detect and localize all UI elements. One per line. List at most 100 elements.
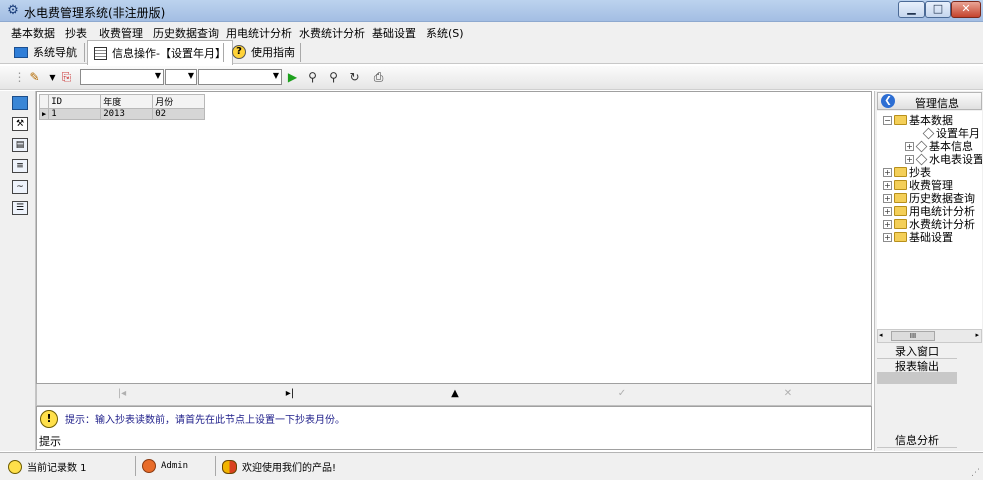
menu-system[interactable]: 系统(S) <box>426 25 464 41</box>
tree-horizontal-scrollbar[interactable]: ◂ III ▸ <box>877 329 982 343</box>
resize-grip-icon[interactable]: ⋰ <box>971 468 980 478</box>
move-up-button[interactable]: ▲ <box>448 388 462 400</box>
run-icon[interactable]: ▶ <box>284 69 301 86</box>
grid-header-row: ID 年度 月份 <box>38 94 206 109</box>
app-icon: ⚙ <box>7 3 19 18</box>
expand-icon[interactable]: + <box>883 180 892 190</box>
hint-text: 提示：输入抄表读数前，请首先在此节点上设置一下抄表月份。 <box>65 415 345 426</box>
tree-node-base-settings[interactable]: + 基础设置 <box>883 229 953 245</box>
column-header-id[interactable]: ID <box>48 94 102 109</box>
menu-basic-data[interactable]: 基本数据 <box>11 25 55 41</box>
close-button[interactable]: ✕ <box>951 1 981 18</box>
record-navigator: |◂ ▸| ▲ ✓ ✕ <box>36 384 872 406</box>
entry-window-button[interactable]: 录入窗口 <box>877 344 957 359</box>
expand-icon[interactable]: + <box>905 154 914 164</box>
tab-info-operation[interactable]: 信息操作-【设置年月】 <box>87 40 233 65</box>
refresh-icon[interactable]: ↻ <box>346 69 363 86</box>
cell-id[interactable]: 1 <box>48 108 102 120</box>
menu-electricity-stats[interactable]: 用电统计分析 <box>226 25 292 41</box>
column-header-month[interactable]: 月份 <box>152 94 206 109</box>
minimize-button[interactable]: ▁ <box>898 1 925 18</box>
form-icon[interactable]: ▤ <box>12 138 28 152</box>
navigation-tree: − 基本数据 设置年月 + 基本信息 + 水电表设置 + 抄表 + 收费管理 +… <box>877 111 982 329</box>
search-user-icon[interactable]: ⚲ <box>325 69 342 86</box>
maximize-button[interactable]: □ <box>925 1 951 18</box>
filter-field-select[interactable]: ▼ <box>80 69 164 85</box>
tree-node-label: 水电表设置 <box>929 153 982 166</box>
first-record-button[interactable]: |◂ <box>115 388 129 400</box>
status-separator <box>135 456 136 476</box>
status-bar: 当前记录数 1 Admin 欢迎使用我们的产品! ⋰ <box>0 452 983 480</box>
tab-separator <box>300 43 301 62</box>
folder-icon <box>894 115 907 125</box>
table-row[interactable]: ▶ 1 2013 02 <box>38 108 206 120</box>
tab-separator <box>223 43 224 62</box>
tab-label: 系统导航 <box>33 46 77 59</box>
selected-panel-indicator <box>877 372 957 384</box>
expand-icon[interactable]: + <box>883 167 892 177</box>
chevron-down-icon: ▼ <box>187 71 194 80</box>
chevron-down-icon: ▼ <box>272 71 279 80</box>
folder-icon <box>894 193 907 203</box>
tab-system-navigation[interactable]: 系统导航 <box>8 40 83 64</box>
management-info-panel: ❮ 管理信息 − 基本数据 设置年月 + 基本信息 + 水电表设置 + 抄表 + <box>874 91 983 451</box>
menu-water-stats[interactable]: 水费统计分析 <box>299 25 365 41</box>
scroll-right-icon[interactable]: ▸ <box>975 331 979 339</box>
hint-panel: ! 提示 提示：输入抄表读数前，请首先在此节点上设置一下抄表月份。 <box>36 406 872 450</box>
chart-icon[interactable]: ~ <box>12 180 28 194</box>
record-count-text: 当前记录数 1 <box>27 463 87 474</box>
expand-icon[interactable]: + <box>883 193 892 203</box>
pencil-icon[interactable]: ✎ <box>26 69 43 86</box>
cell-year[interactable]: 2013 <box>100 108 154 120</box>
find-user-icon[interactable]: ⚲ <box>304 69 321 86</box>
tab-user-guide[interactable]: ? 使用指南 <box>226 40 301 64</box>
preview-icon[interactable]: ⎘ <box>58 69 75 86</box>
tab-label: 信息操作-【设置年月】 <box>112 47 226 60</box>
back-arrow-icon[interactable]: ❮ <box>881 94 895 108</box>
user-status: Admin <box>142 459 188 473</box>
tree-icon[interactable]: ⚒ <box>12 117 28 131</box>
menu-history-query[interactable]: 历史数据查询 <box>153 25 219 41</box>
toolbar: ⋮ ✎ ▼ ⎘ ▼ ▼ ▼ ▶ ⚲ ⚲ ↻ ⎙ <box>0 66 983 90</box>
operator-select[interactable]: ▼ <box>165 69 197 85</box>
info-analysis-button[interactable]: 信息分析 <box>877 433 957 448</box>
confirm-button[interactable]: ✓ <box>615 388 629 400</box>
hint-label: 提示 <box>39 435 61 448</box>
row-indicator-header <box>38 94 50 109</box>
folder-icon <box>894 167 907 177</box>
record-count-status: 当前记录数 1 <box>8 459 87 474</box>
cell-month[interactable]: 02 <box>152 108 206 120</box>
filter-value-select[interactable]: ▼ <box>198 69 282 85</box>
form-icon <box>94 46 107 60</box>
scroll-thumb[interactable]: III <box>891 331 935 341</box>
expand-icon[interactable]: + <box>883 219 892 229</box>
welcome-text: 欢迎使用我们的产品! <box>242 463 337 474</box>
print-icon[interactable]: ⎙ <box>370 69 387 86</box>
document-icon[interactable]: ≡ <box>12 159 28 173</box>
data-grid: ID 年度 月份 ▶ 1 2013 02 <box>38 94 206 120</box>
menu-meter-reading[interactable]: 抄表 <box>65 25 87 41</box>
title-bar: ⚙ 水电费管理系统(非注册版) ▁ □ ✕ <box>0 0 983 22</box>
scroll-left-icon[interactable]: ◂ <box>879 331 883 339</box>
collapse-icon[interactable]: − <box>883 115 892 125</box>
lightbulb-icon: ! <box>40 410 58 428</box>
chevron-down-icon: ▼ <box>154 71 161 80</box>
menu-base-settings[interactable]: 基础设置 <box>372 25 416 41</box>
help-icon: ? <box>232 45 246 59</box>
cancel-button[interactable]: ✕ <box>781 388 795 400</box>
menu-fee-management[interactable]: 收费管理 <box>99 25 143 41</box>
menu-bar: 基本数据 抄表 收费管理 历史数据查询 用电统计分析 水费统计分析 基础设置 系… <box>0 22 983 40</box>
data-grid-area: ID 年度 月份 ▶ 1 2013 02 <box>36 91 872 384</box>
folder-icon <box>894 219 907 229</box>
panel-title: 管理信息 <box>915 97 959 110</box>
tab-separator <box>84 43 85 62</box>
column-header-year[interactable]: 年度 <box>100 94 154 109</box>
monitor-icon <box>14 46 28 58</box>
expand-icon[interactable]: + <box>883 206 892 216</box>
expand-icon[interactable]: + <box>905 141 914 151</box>
expand-icon[interactable]: + <box>883 232 892 242</box>
stack-icon[interactable]: ☰ <box>12 201 28 215</box>
next-record-button[interactable]: ▸| <box>283 388 297 400</box>
monitor-icon[interactable] <box>12 96 28 110</box>
welcome-status: 欢迎使用我们的产品! <box>222 459 336 474</box>
